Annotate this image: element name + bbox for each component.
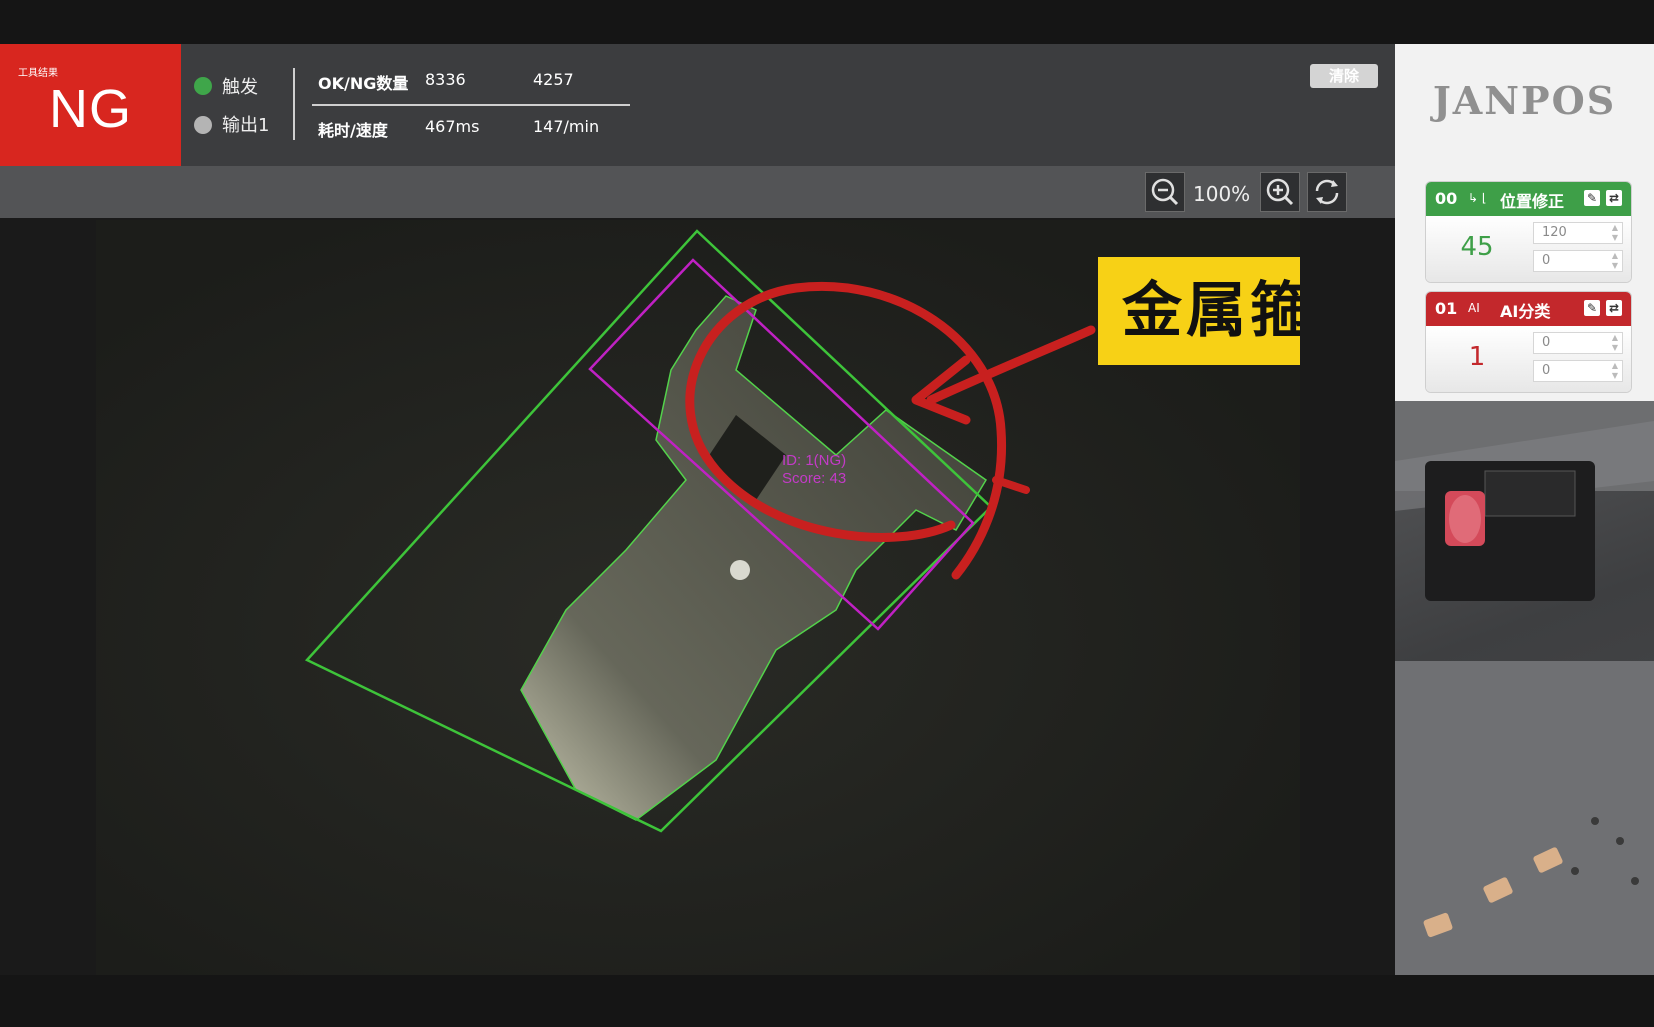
- tool-card-header: 00 ↳ ⌊ 位置修正 ✎ ⇄: [1426, 182, 1631, 216]
- zoom-out-button[interactable]: [1145, 172, 1185, 212]
- zoom-level: 100%: [1193, 182, 1251, 206]
- lower-limit-field[interactable]: 0 ▲ ▼: [1533, 360, 1623, 382]
- trigger-label: 触发: [222, 77, 258, 98]
- defect-annotation: 金属箍漏装: [1098, 257, 1300, 365]
- brand-logo: JANPOS: [1432, 78, 1617, 123]
- trigger-indicator: [194, 77, 212, 95]
- tool-value: 1: [1468, 342, 1486, 372]
- reset-view-button[interactable]: [1307, 172, 1347, 212]
- count-label: OK/NG数量: [318, 74, 409, 93]
- tool-card-body: 1 0 ▲ ▼ 0 ▲ ▼: [1426, 326, 1631, 392]
- output1-indicator: [194, 116, 212, 134]
- speed: 147/min: [533, 117, 600, 136]
- result-badge: 工具结果 NG: [0, 44, 181, 166]
- status-header: 工具结果 NG 触发 输出1 OK/NG数量 8336 4257 耗时/速度 4…: [0, 44, 1395, 166]
- swap-icon[interactable]: ⇄: [1606, 300, 1622, 316]
- elapsed-time: 467ms: [425, 117, 480, 136]
- zoom-in-button[interactable]: [1260, 172, 1300, 212]
- upper-limit-field[interactable]: 120 ▲ ▼: [1533, 222, 1623, 244]
- part-rivet: [730, 560, 750, 580]
- upper-limit-field[interactable]: 0 ▲ ▼: [1533, 332, 1623, 354]
- right-panel: JANPOS 00 ↳ ⌊ 位置修正 ✎ ⇄ 45 120 ▲ ▼ 0 ▲ ▼ 01 A…: [1395, 44, 1654, 976]
- tool-value: 45: [1460, 232, 1494, 262]
- lower-limit-value: 0: [1542, 363, 1551, 378]
- tool-index: 01: [1435, 299, 1458, 318]
- tool-name: 位置修正: [1500, 192, 1565, 211]
- edit-icon[interactable]: ✎: [1584, 300, 1600, 316]
- tool-name: AI分类: [1500, 302, 1551, 321]
- result-text: NG: [49, 79, 132, 139]
- refresh-icon: [1315, 179, 1339, 205]
- time-label: 耗时/速度: [318, 121, 388, 140]
- swap-icon[interactable]: ⇄: [1606, 190, 1622, 206]
- view-toolbar: 100%: [0, 166, 1395, 218]
- upper-limit-value: 120: [1542, 225, 1567, 240]
- edit-icon[interactable]: ✎: [1584, 190, 1600, 206]
- lower-limit-value: 0: [1542, 253, 1551, 268]
- tool-card-ai[interactable]: 01 AI AI分类 ✎ ⇄ 1 0 ▲ ▼ 0 ▲ ▼: [1425, 291, 1632, 393]
- stats-divider: [312, 104, 630, 106]
- output1-label: 输出1: [222, 115, 270, 136]
- lower-limit-field[interactable]: 0 ▲ ▼: [1533, 250, 1623, 272]
- header-divider: [293, 68, 295, 140]
- zoom-in-icon: [1266, 178, 1294, 206]
- position-tool-icon: ↳ ⌊: [1468, 191, 1487, 205]
- bottom-bezel: [0, 975, 1654, 1027]
- clear-button[interactable]: 清除: [1310, 64, 1378, 88]
- tool-index: 00: [1435, 189, 1458, 208]
- zoom-out-icon: [1151, 178, 1179, 206]
- device-photo: [1395, 401, 1654, 976]
- ai-tool-icon: AI: [1468, 301, 1480, 315]
- ok-count: 8336: [425, 70, 466, 89]
- tool-card-header: 01 AI AI分类 ✎ ⇄: [1426, 292, 1631, 326]
- match-id-label: ID: 1(NG): [782, 452, 846, 469]
- top-bezel: [0, 0, 1654, 44]
- tool-card-body: 45 120 ▲ ▼ 0 ▲ ▼: [1426, 216, 1631, 282]
- tool-card-position[interactable]: 00 ↳ ⌊ 位置修正 ✎ ⇄ 45 120 ▲ ▼ 0 ▲ ▼: [1425, 181, 1632, 283]
- ng-count: 4257: [533, 70, 574, 89]
- match-score-label: Score: 43: [782, 470, 846, 487]
- camera-viewport[interactable]: ID: 1(NG) Score: 43 金属箍漏装: [0, 218, 1395, 975]
- camera-image[interactable]: ID: 1(NG) Score: 43 金属箍漏装: [96, 220, 1300, 975]
- result-caption: 工具结果: [18, 68, 58, 79]
- upper-limit-value: 0: [1542, 335, 1551, 350]
